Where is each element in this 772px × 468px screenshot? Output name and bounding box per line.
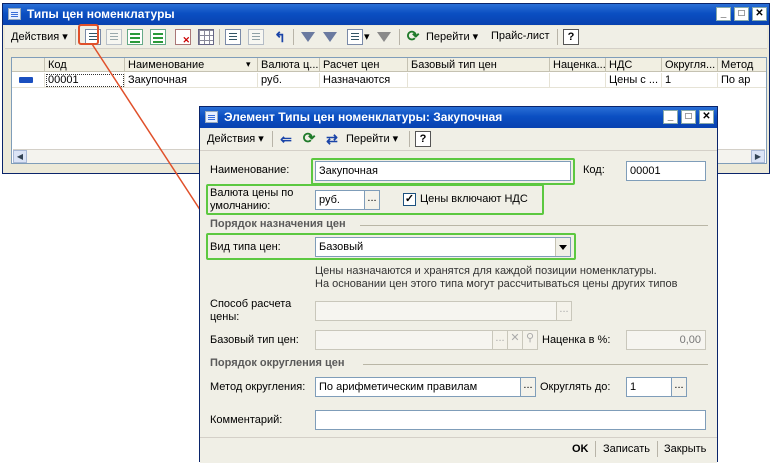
vat-checkbox[interactable]: ✓: [403, 193, 416, 206]
section-price-assignment: Порядок назначения цен: [210, 218, 346, 230]
section-price-rounding: Порядок округления цен: [210, 357, 345, 369]
dialog-goto-menu[interactable]: Перейти ▾: [346, 132, 398, 145]
markup-label: Наценка в %:: [542, 334, 611, 346]
comment-label: Комментарий:: [210, 414, 283, 426]
dialog-button-bar: OK Записать Закрыть: [200, 437, 717, 463]
round-to-input[interactable]: 1: [626, 377, 672, 397]
calc-method-label-line1: Способ расчета: [210, 298, 292, 310]
toolbar-separator: [409, 131, 410, 147]
price-type-select[interactable]: Базовый: [315, 237, 571, 257]
calc-method-select-button: ...: [556, 301, 572, 321]
toolbar-separator: [595, 441, 596, 457]
code-input[interactable]: 00001: [626, 161, 706, 181]
section-divider: [360, 225, 708, 226]
calc-method-input: [315, 301, 557, 321]
base-type-input: [315, 330, 493, 350]
base-type-select-button: ...: [492, 330, 508, 350]
currency-input[interactable]: руб.: [315, 190, 365, 210]
element-dialog: Элемент Типы цен номенклатуры: Закупочна…: [199, 106, 718, 463]
dialog-refresh-icon[interactable]: ⟳: [301, 131, 317, 147]
name-input[interactable]: Закупочная: [315, 161, 571, 181]
rounding-method-label: Метод округления:: [210, 381, 306, 393]
rounding-method-input[interactable]: По арифметическим правилам: [315, 377, 521, 397]
round-to-select-button[interactable]: ...: [671, 377, 687, 397]
calc-method-label-line2: цены:: [210, 311, 240, 323]
dialog-goto-icon[interactable]: ⇄: [324, 131, 340, 147]
currency-select-button[interactable]: ...: [364, 190, 380, 210]
dialog-app-icon: [205, 111, 218, 123]
info-text-line2: На основании цен этого типа могут рассчи…: [315, 278, 678, 290]
price-type-value: Базовый: [319, 241, 364, 253]
price-type-label: Вид типа цен:: [210, 241, 281, 253]
close-dialog-button[interactable]: Закрыть: [664, 443, 706, 455]
vat-checkbox-label: Цены включают НДС: [420, 193, 528, 205]
comment-input[interactable]: [315, 410, 706, 430]
markup-input: 0,00: [626, 330, 706, 350]
back-arrow-icon[interactable]: ⇐: [278, 131, 294, 147]
save-button[interactable]: Записать: [603, 443, 650, 455]
dialog-actions-menu[interactable]: Действия ▾: [207, 132, 264, 145]
dialog-actions-label: Действия: [207, 133, 256, 145]
dialog-titlebar: Элемент Типы цен номенклатуры: Закупочна…: [200, 107, 717, 128]
name-label: Наименование:: [210, 164, 290, 176]
chevron-down-icon[interactable]: [555, 238, 570, 256]
search-icon: ⚲: [522, 330, 538, 350]
section-divider: [363, 364, 708, 365]
clear-icon: ✕: [507, 330, 523, 350]
dialog-close-button[interactable]: ✕: [699, 110, 714, 124]
dialog-help-icon[interactable]: ?: [415, 131, 431, 147]
dialog-title: Элемент Типы цен номенклатуры: Закупочна…: [224, 110, 503, 124]
toolbar-separator: [272, 131, 273, 147]
currency-label-line1: Валюта цены по: [210, 187, 294, 199]
toolbar-separator: [657, 441, 658, 457]
base-type-label: Базовый тип цен:: [210, 334, 299, 346]
dialog-minimize-button[interactable]: _: [663, 110, 678, 124]
ok-button[interactable]: OK: [572, 443, 589, 455]
code-label: Код:: [583, 164, 605, 176]
info-text-line1: Цены назначаются и хранятся для каждой п…: [315, 265, 657, 277]
dialog-toolbar: Действия ▾ ⇐ ⟳ ⇄ Перейти ▾ ?: [200, 128, 717, 151]
rounding-method-select-button[interactable]: ...: [520, 377, 536, 397]
round-to-label: Округлять до:: [540, 381, 611, 393]
dialog-maximize-button[interactable]: □: [681, 110, 696, 124]
dialog-goto-label: Перейти: [346, 133, 390, 145]
currency-label-line2: умолчанию:: [210, 200, 271, 212]
